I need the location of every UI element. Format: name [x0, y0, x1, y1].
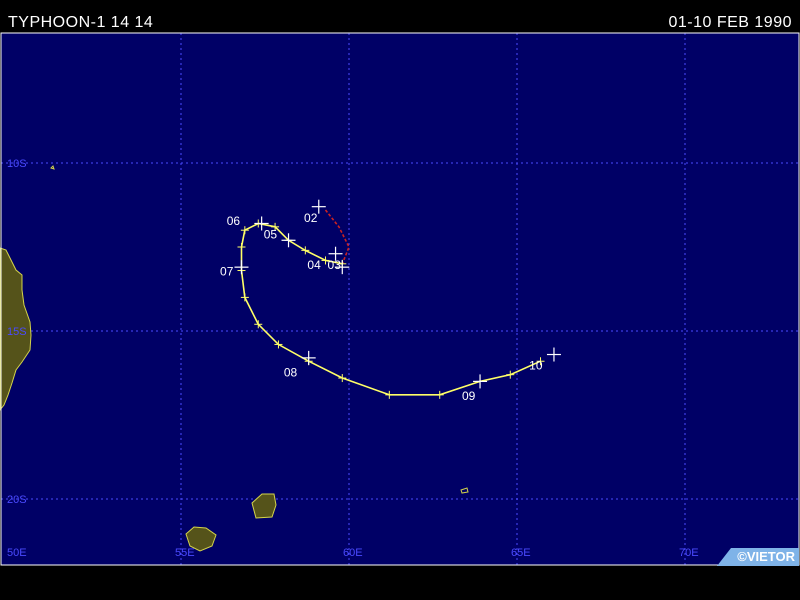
day-label-03: 03	[328, 258, 342, 272]
day-label-07: 07	[220, 265, 234, 279]
day-label-02: 02	[304, 211, 318, 225]
lon-label-55E: 55E	[175, 547, 195, 559]
lon-label-70E: 70E	[679, 547, 699, 559]
lon-label-65E: 65E	[511, 547, 531, 559]
day-label-10: 10	[529, 359, 543, 373]
lon-label-50E: 50E	[7, 547, 27, 559]
day-label-09: 09	[462, 389, 476, 403]
day-label-08: 08	[284, 365, 298, 379]
lat-label-10S: 10S	[7, 158, 27, 170]
lat-label-20S: 20S	[7, 494, 27, 506]
credit-badge: ©VIETOR	[717, 548, 799, 566]
day-label-05: 05	[264, 228, 278, 242]
ocean	[1, 33, 799, 565]
credit-text: ©VIETOR	[737, 549, 795, 564]
day-label-06: 06	[227, 214, 241, 228]
track-map: 02 03 04 05 06 07 08 09 10 50E 55E 60E 65E 70E 10S 15S…	[0, 32, 800, 566]
lon-label-60E: 60E	[343, 547, 363, 559]
lat-label-15S: 15S	[7, 326, 27, 338]
day-label-04: 04	[307, 258, 321, 272]
